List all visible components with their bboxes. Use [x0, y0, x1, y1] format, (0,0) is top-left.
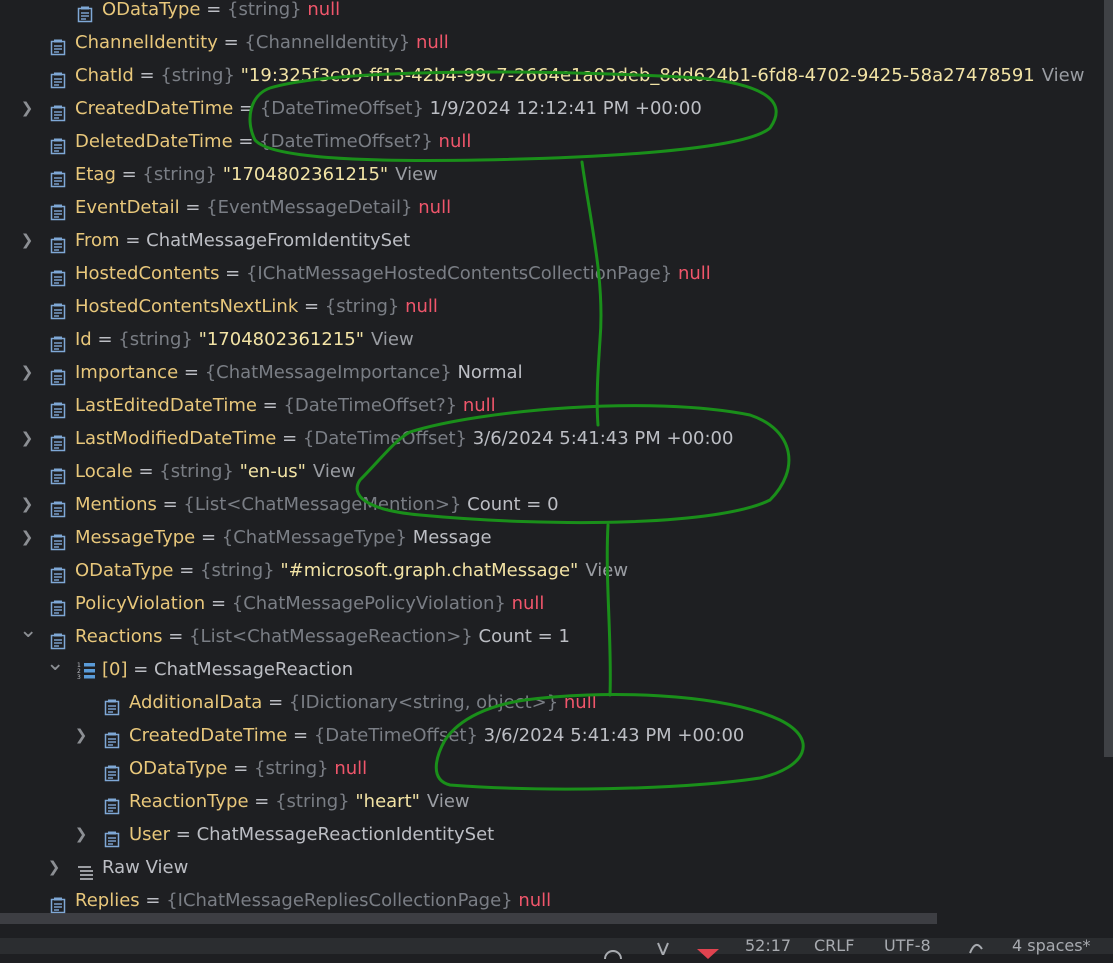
vertical-scrollbar[interactable] [1104, 0, 1113, 757]
indent-setting[interactable]: 4 spaces* [1012, 936, 1091, 955]
annotation-circle-reaction [434, 693, 805, 791]
file-encoding[interactable]: UTF-8 [884, 936, 931, 955]
vcs-branch-icon[interactable] [655, 940, 671, 959]
cursor-position[interactable]: 52:17 [745, 936, 791, 955]
annotation-line-2 [605, 523, 612, 697]
line-ending[interactable]: CRLF [814, 936, 854, 955]
status-bar: 52:17 CRLF UTF-8 4 spaces* [0, 936, 1113, 960]
annotation-circle-created [248, 70, 778, 162]
inspection-icon[interactable] [968, 940, 984, 959]
annotation-circle-modified [355, 404, 791, 525]
annotation-line-1 [580, 160, 603, 427]
horizontal-scrollbar[interactable] [0, 913, 937, 924]
hand-drawn-annotation [248, 70, 805, 791]
